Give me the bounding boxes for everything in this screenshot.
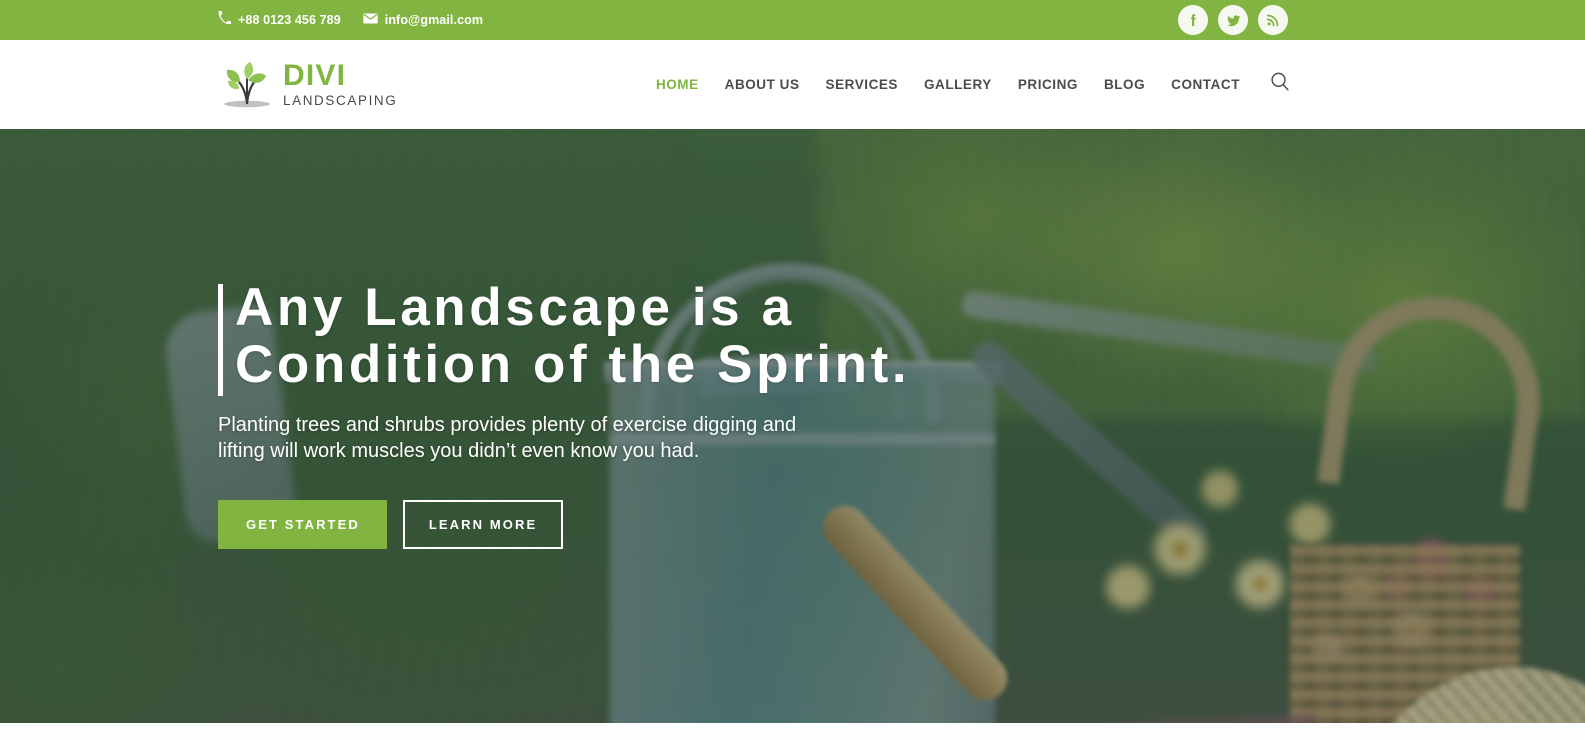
contact-info-group: +88 0123 456 789 info@gmail.com <box>218 11 483 29</box>
email-address: info@gmail.com <box>384 13 484 27</box>
hero-content: Any Landscape is a Condition of the Spri… <box>218 279 1118 549</box>
logo-text: DIVI LANDSCAPING <box>283 61 397 108</box>
hero-section: Any Landscape is a Condition of the Spri… <box>0 129 1585 723</box>
email-contact[interactable]: info@gmail.com <box>363 11 483 29</box>
facebook-icon <box>1185 12 1201 28</box>
get-started-button[interactable]: GET STARTED <box>218 500 387 549</box>
facebook-link[interactable] <box>1178 5 1208 35</box>
search-icon <box>1269 71 1291 98</box>
logo[interactable]: DIVI LANDSCAPING <box>218 61 397 109</box>
hero-cta-group: GET STARTED LEARN MORE <box>218 500 1118 549</box>
phone-number: +88 0123 456 789 <box>238 13 341 27</box>
twitter-link[interactable] <box>1218 5 1248 35</box>
page-bottom-strip <box>0 723 1585 740</box>
nav-item-about-us[interactable]: ABOUT US <box>712 77 813 92</box>
nav-item-gallery[interactable]: GALLERY <box>911 77 1005 92</box>
nav-item-services[interactable]: SERVICES <box>813 77 911 92</box>
rss-icon <box>1265 12 1281 28</box>
main-navigation: HOME ABOUT US SERVICES GALLERY PRICING B… <box>643 40 1293 129</box>
headline-wrapper: Any Landscape is a Condition of the Spri… <box>218 278 1118 396</box>
logo-brand-name: DIVI <box>283 59 347 93</box>
site-header: DIVI LANDSCAPING HOME ABOUT US SERVICES … <box>0 40 1585 129</box>
nav-item-contact[interactable]: CONTACT <box>1158 77 1253 92</box>
phone-icon <box>218 11 232 29</box>
hero-subtitle: Planting trees and shrubs provides plent… <box>218 414 797 462</box>
nav-item-pricing[interactable]: PRICING <box>1005 77 1091 92</box>
logo-tagline: LANDSCAPING <box>283 93 398 109</box>
top-contact-bar: +88 0123 456 789 info@gmail.com <box>0 0 1585 40</box>
hero-headline: Any Landscape is a Condition of the Spri… <box>235 278 911 394</box>
social-links <box>1178 0 1288 40</box>
learn-more-button[interactable]: LEARN MORE <box>402 500 564 549</box>
twitter-icon <box>1225 12 1242 29</box>
headline-accent-bar <box>218 284 223 396</box>
search-button[interactable] <box>1267 72 1293 98</box>
nav-item-blog[interactable]: BLOG <box>1091 77 1158 92</box>
rss-link[interactable] <box>1258 5 1288 35</box>
plant-sapling-icon <box>218 61 274 109</box>
nav-item-home[interactable]: HOME <box>643 77 712 92</box>
phone-contact[interactable]: +88 0123 456 789 <box>218 11 341 29</box>
landing-page: +88 0123 456 789 info@gmail.com DIVI LAN… <box>0 0 1585 740</box>
envelope-icon <box>363 11 378 29</box>
